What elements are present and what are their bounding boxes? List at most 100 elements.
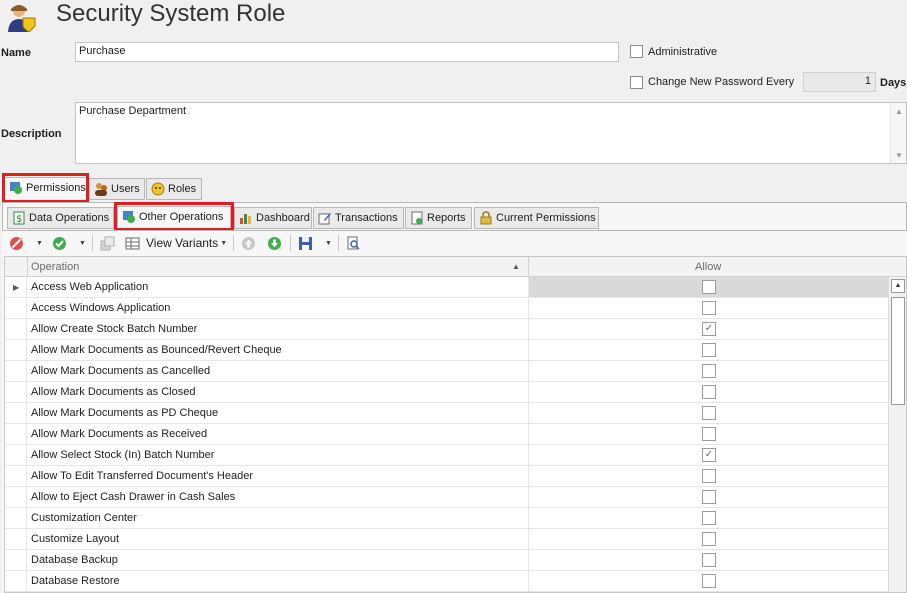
- table-row[interactable]: Allow to Eject Cash Drawer in Cash Sales: [5, 487, 888, 508]
- table-row[interactable]: Allow Mark Documents as PD Cheque: [5, 403, 888, 424]
- table-row[interactable]: Database Backup: [5, 550, 888, 571]
- users-icon: [95, 183, 107, 196]
- move-up-button[interactable]: [241, 233, 256, 253]
- copy-icon: [100, 236, 115, 250]
- operation-cell: Allow to Eject Cash Drawer in Cash Sales: [31, 491, 236, 503]
- tab-transactions[interactable]: Transactions: [313, 207, 404, 229]
- tab-current-permissions[interactable]: Current Permissions: [474, 207, 599, 229]
- allow-checkbox[interactable]: [702, 406, 716, 420]
- edit-doc-icon: [318, 213, 331, 225]
- table-row[interactable]: Customize Layout: [5, 529, 888, 550]
- allow-checkbox[interactable]: ✓: [702, 448, 716, 462]
- allow-checkbox[interactable]: [702, 553, 716, 567]
- tab-reports[interactable]: Reports: [405, 207, 472, 229]
- permissions-icon: [10, 182, 22, 194]
- grant-icon: [53, 236, 66, 250]
- allow-cell: [528, 298, 888, 318]
- row-indicator[interactable]: [5, 529, 27, 549]
- save-icon: [299, 236, 312, 250]
- row-indicator[interactable]: [5, 571, 27, 591]
- scroll-down-icon[interactable]: ▼: [895, 151, 903, 160]
- row-indicator[interactable]: [5, 382, 27, 402]
- change-password-checkbox[interactable]: [630, 76, 643, 89]
- scroll-up-icon[interactable]: ▲: [891, 279, 905, 293]
- table-row[interactable]: Allow To Edit Transferred Document's Hea…: [5, 466, 888, 487]
- tab-permissions[interactable]: Permissions: [4, 177, 88, 199]
- grid-scrollbar[interactable]: ▲: [888, 277, 906, 592]
- tab-roles[interactable]: Roles: [146, 178, 202, 200]
- table-row[interactable]: Allow Create Stock Batch Number ✓: [5, 319, 888, 340]
- table-row[interactable]: Customization Center: [5, 508, 888, 529]
- allow-checkbox[interactable]: [702, 469, 716, 483]
- table-row[interactable]: Allow Mark Documents as Closed: [5, 382, 888, 403]
- allow-cell: [528, 424, 888, 444]
- allow-cell: [528, 403, 888, 423]
- table-row[interactable]: Allow Mark Documents as Cancelled: [5, 361, 888, 382]
- description-field[interactable]: Purchase Department ▲ ▼: [75, 102, 907, 164]
- grant-button[interactable]: [52, 233, 67, 253]
- save-dropdown[interactable]: ▼: [323, 233, 332, 253]
- row-indicator[interactable]: [5, 550, 27, 570]
- password-days-input[interactable]: 1: [803, 72, 876, 92]
- tab-data-operations[interactable]: $ Data Operations: [7, 207, 114, 229]
- tab-users[interactable]: Users: [89, 178, 145, 200]
- row-indicator[interactable]: [5, 487, 27, 507]
- deny-dropdown[interactable]: ▼: [34, 233, 43, 253]
- allow-cell: [528, 382, 888, 402]
- arrow-up-icon: [242, 236, 255, 250]
- row-indicator[interactable]: [5, 424, 27, 444]
- allow-checkbox[interactable]: [702, 385, 716, 399]
- administrative-checkbox[interactable]: [630, 45, 643, 58]
- row-indicator[interactable]: [5, 466, 27, 486]
- row-indicator[interactable]: ▶: [5, 277, 27, 297]
- allow-checkbox[interactable]: [702, 511, 716, 525]
- allow-checkbox[interactable]: [702, 280, 716, 294]
- dollar-doc-icon: $: [13, 211, 25, 225]
- row-indicator[interactable]: [5, 361, 27, 381]
- column-header-allow[interactable]: Allow: [695, 261, 721, 273]
- allow-checkbox[interactable]: [702, 364, 716, 378]
- tab-label: Reports: [427, 212, 466, 224]
- table-row[interactable]: Allow Select Stock (In) Batch Number ✓: [5, 445, 888, 466]
- operation-cell: Access Windows Application: [31, 302, 171, 314]
- allow-checkbox[interactable]: [702, 532, 716, 546]
- table-row[interactable]: Database Restore: [5, 571, 888, 592]
- row-indicator[interactable]: [5, 403, 27, 423]
- tab-dashboard[interactable]: Dashboard: [234, 207, 312, 229]
- row-indicator[interactable]: [5, 445, 27, 465]
- name-input[interactable]: Purchase: [75, 42, 619, 62]
- copy-button[interactable]: [100, 233, 115, 253]
- table-row[interactable]: Access Windows Application: [5, 298, 888, 319]
- tab-other-operations[interactable]: Other Operations: [117, 206, 231, 228]
- row-indicator[interactable]: [5, 298, 27, 318]
- row-indicator[interactable]: [5, 508, 27, 528]
- page-title: Security System Role: [56, 0, 286, 27]
- view-variants-button[interactable]: View Variants ▼: [125, 233, 227, 253]
- allow-checkbox[interactable]: [702, 427, 716, 441]
- allow-checkbox[interactable]: [702, 574, 716, 588]
- allow-checkbox[interactable]: ✓: [702, 322, 716, 336]
- deny-button[interactable]: [9, 233, 24, 253]
- find-button[interactable]: [346, 233, 361, 253]
- table-row[interactable]: Allow Mark Documents as Received: [5, 424, 888, 445]
- move-down-button[interactable]: [267, 233, 282, 253]
- days-label: Days: [880, 77, 907, 89]
- grant-dropdown[interactable]: ▼: [77, 233, 86, 253]
- column-header-operation[interactable]: Operation: [31, 261, 79, 273]
- toolbar-separator: [338, 235, 339, 251]
- table-row[interactable]: ▶ Access Web Application: [5, 277, 888, 298]
- chevron-down-icon: ▼: [220, 239, 228, 247]
- allow-checkbox[interactable]: [702, 490, 716, 504]
- operation-cell: Allow Select Stock (In) Batch Number: [31, 449, 215, 461]
- save-button[interactable]: [298, 233, 313, 253]
- scroll-up-icon[interactable]: ▲: [895, 107, 903, 116]
- table-row[interactable]: Allow Mark Documents as Bounced/Revert C…: [5, 340, 888, 361]
- allow-checkbox[interactable]: [702, 343, 716, 357]
- description-scrollbar[interactable]: ▲ ▼: [890, 103, 906, 163]
- row-indicator[interactable]: [5, 340, 27, 360]
- scroll-thumb[interactable]: [891, 297, 905, 405]
- allow-cell: ✓: [528, 319, 888, 339]
- allow-checkbox[interactable]: [702, 301, 716, 315]
- sort-ascending-icon: ▲: [512, 262, 520, 271]
- row-indicator[interactable]: [5, 319, 27, 339]
